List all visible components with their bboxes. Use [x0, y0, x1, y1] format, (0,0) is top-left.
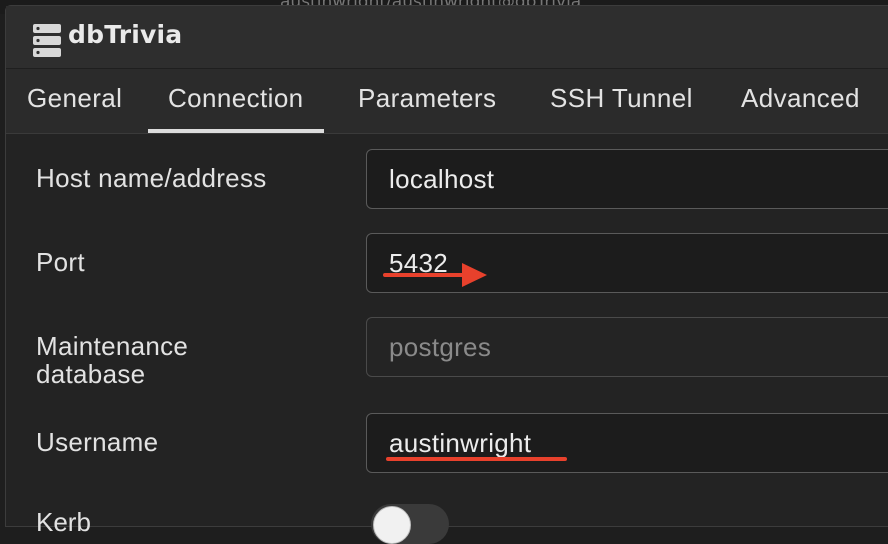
- maintenance-db-label-line1: Maintenance: [36, 331, 189, 361]
- tab-parameters[interactable]: Parameters: [358, 83, 496, 133]
- port-label: Port: [36, 247, 85, 277]
- tab-bar: General Connection Parameters SSH Tunnel…: [6, 69, 888, 134]
- server-stack-icon: [32, 23, 62, 59]
- maintenance-db-field[interactable]: [366, 317, 888, 377]
- port-field[interactable]: [366, 233, 888, 293]
- tab-general[interactable]: General: [27, 83, 122, 133]
- username-input[interactable]: [367, 414, 888, 472]
- maintenance-db-label-line2: database: [36, 359, 146, 389]
- maintenance-db-label: Maintenance database: [36, 332, 188, 388]
- tab-advanced[interactable]: Advanced: [741, 83, 860, 133]
- host-field[interactable]: [366, 149, 888, 209]
- server-dialog: dbTrivia General Connection Parameters S…: [5, 5, 888, 544]
- maintenance-db-input[interactable]: [367, 318, 888, 376]
- tab-connection[interactable]: Connection: [148, 83, 324, 133]
- dialog-titlebar: dbTrivia: [6, 6, 888, 69]
- tab-ssh-tunnel[interactable]: SSH Tunnel: [550, 83, 693, 133]
- kerberos-toggle[interactable]: [371, 504, 449, 544]
- username-field[interactable]: [366, 413, 888, 473]
- dialog-title: dbTrivia: [68, 20, 183, 49]
- port-input[interactable]: [367, 234, 888, 292]
- username-label: Username: [36, 427, 159, 457]
- host-input[interactable]: [367, 150, 888, 208]
- connection-form: Host name/address Port Maintenance datab…: [6, 134, 888, 544]
- host-label: Host name/address: [36, 163, 267, 193]
